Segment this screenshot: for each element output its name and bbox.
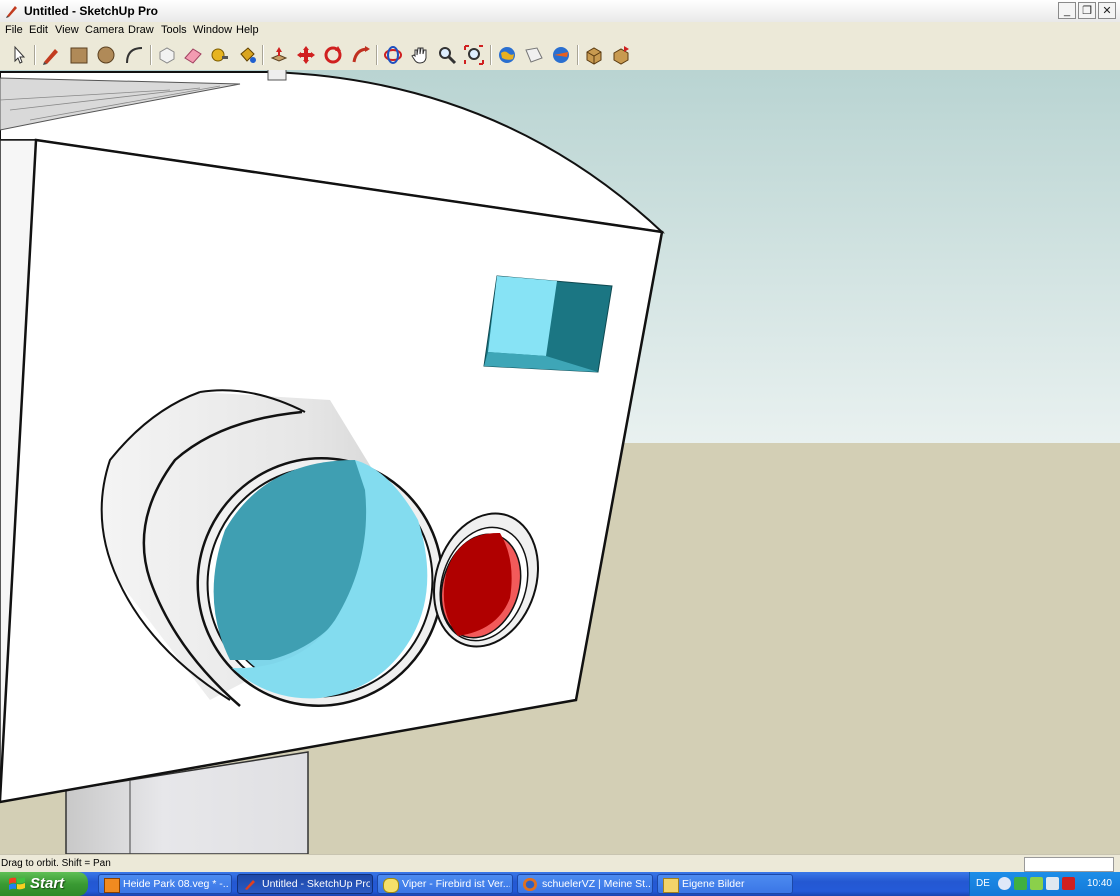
minimize-button[interactable]: _ — [1058, 2, 1076, 19]
menu-draw[interactable]: Draw — [128, 24, 154, 36]
toolbar-separator — [490, 45, 492, 65]
status-bar: Drag to orbit. Shift = Pan — [0, 854, 1120, 873]
make-component-icon[interactable] — [156, 44, 178, 66]
move-icon[interactable] — [295, 44, 317, 66]
folder-icon — [663, 878, 679, 893]
start-button[interactable]: Start — [0, 872, 88, 896]
task-viper[interactable]: Viper - Firebird ist Ver... — [377, 874, 513, 894]
follow-me-icon[interactable] — [350, 44, 372, 66]
select-icon[interactable] — [8, 44, 30, 66]
push-pull-icon[interactable] — [268, 44, 290, 66]
tray-app-icon[interactable] — [1030, 877, 1043, 890]
menu-window[interactable]: Window — [193, 24, 232, 36]
system-tray: DE 10:40 — [969, 872, 1120, 896]
menu-edit[interactable]: Edit — [29, 24, 48, 36]
windows-flag-icon — [9, 877, 25, 890]
clock: 10:40 — [1086, 878, 1112, 889]
paint-bucket-icon[interactable] — [236, 44, 258, 66]
menu-tools[interactable]: Tools — [161, 24, 187, 36]
toolbar-separator — [34, 45, 36, 65]
tray-network-icon[interactable] — [1014, 877, 1027, 890]
chat-icon — [383, 878, 399, 893]
task-schuelervz[interactable]: schuelerVZ | Meine St... — [517, 874, 653, 894]
main-toolbar — [0, 40, 1120, 71]
task-sketchup[interactable]: Untitled - SketchUp Pro — [237, 874, 373, 894]
task-label: Eigene Bilder — [682, 878, 745, 890]
viewfinder-window — [483, 275, 613, 373]
task-label: Heide Park 08.veg * -... — [123, 878, 229, 890]
menu-file[interactable]: File — [5, 24, 23, 36]
task-label: Untitled - SketchUp Pro — [262, 878, 370, 890]
share-component-icon[interactable] — [610, 44, 632, 66]
window-title: Untitled - SketchUp Pro — [24, 4, 159, 18]
zoom-extents-icon[interactable] — [463, 44, 485, 66]
components-icon[interactable] — [583, 44, 605, 66]
menu-bar: File Edit View Camera Draw Tools Window … — [0, 22, 1120, 40]
measurements-field[interactable] — [1024, 857, 1114, 872]
rotate-icon[interactable] — [322, 44, 344, 66]
model-scene[interactable] — [0, 70, 1120, 854]
toolbar-separator — [150, 45, 152, 65]
pan-icon[interactable] — [409, 44, 431, 66]
vegas-icon — [104, 878, 120, 893]
get-models-icon[interactable] — [496, 44, 518, 66]
restore-button[interactable]: ❐ — [1078, 2, 1096, 19]
tray-security-icon[interactable] — [1062, 877, 1075, 890]
close-button[interactable]: ✕ — [1098, 2, 1116, 19]
language-indicator[interactable]: DE — [976, 878, 990, 889]
firefox-icon — [523, 878, 537, 891]
menu-camera[interactable]: Camera — [85, 24, 124, 36]
task-label: schuelerVZ | Meine St... — [542, 878, 650, 890]
share-model-icon[interactable] — [523, 44, 545, 66]
toolbar-separator — [577, 45, 579, 65]
menu-view[interactable]: View — [55, 24, 79, 36]
tape-measure-icon[interactable] — [208, 44, 230, 66]
title-bar: Untitled - SketchUp Pro _ ❐ ✕ — [0, 0, 1120, 23]
start-label: Start — [30, 875, 65, 892]
sketchup-app-icon — [6, 6, 17, 18]
toolbar-separator — [262, 45, 264, 65]
sketchup-icon — [245, 880, 255, 890]
rectangle-icon[interactable] — [68, 44, 90, 66]
pencil-icon[interactable] — [40, 44, 62, 66]
google-earth-icon[interactable] — [550, 44, 572, 66]
arc-icon[interactable] — [123, 44, 145, 66]
taskbar: Start Heide Park 08.veg * -... Untitled … — [0, 872, 1120, 896]
circle-icon[interactable] — [95, 44, 117, 66]
task-eigene-bilder[interactable]: Eigene Bilder — [657, 874, 793, 894]
tray-volume-icon[interactable] — [1046, 877, 1059, 890]
zoom-icon[interactable] — [436, 44, 458, 66]
eraser-icon[interactable] — [182, 44, 204, 66]
tray-back-icon[interactable] — [998, 877, 1011, 890]
task-heide-park[interactable]: Heide Park 08.veg * -... — [98, 874, 232, 894]
task-label: Viper - Firebird ist Ver... — [402, 878, 510, 890]
status-hint: Drag to orbit. Shift = Pan — [1, 858, 111, 869]
toolbar-separator — [376, 45, 378, 65]
model-viewport[interactable] — [0, 70, 1120, 854]
orbit-icon[interactable] — [382, 44, 404, 66]
menu-help[interactable]: Help — [236, 24, 259, 36]
